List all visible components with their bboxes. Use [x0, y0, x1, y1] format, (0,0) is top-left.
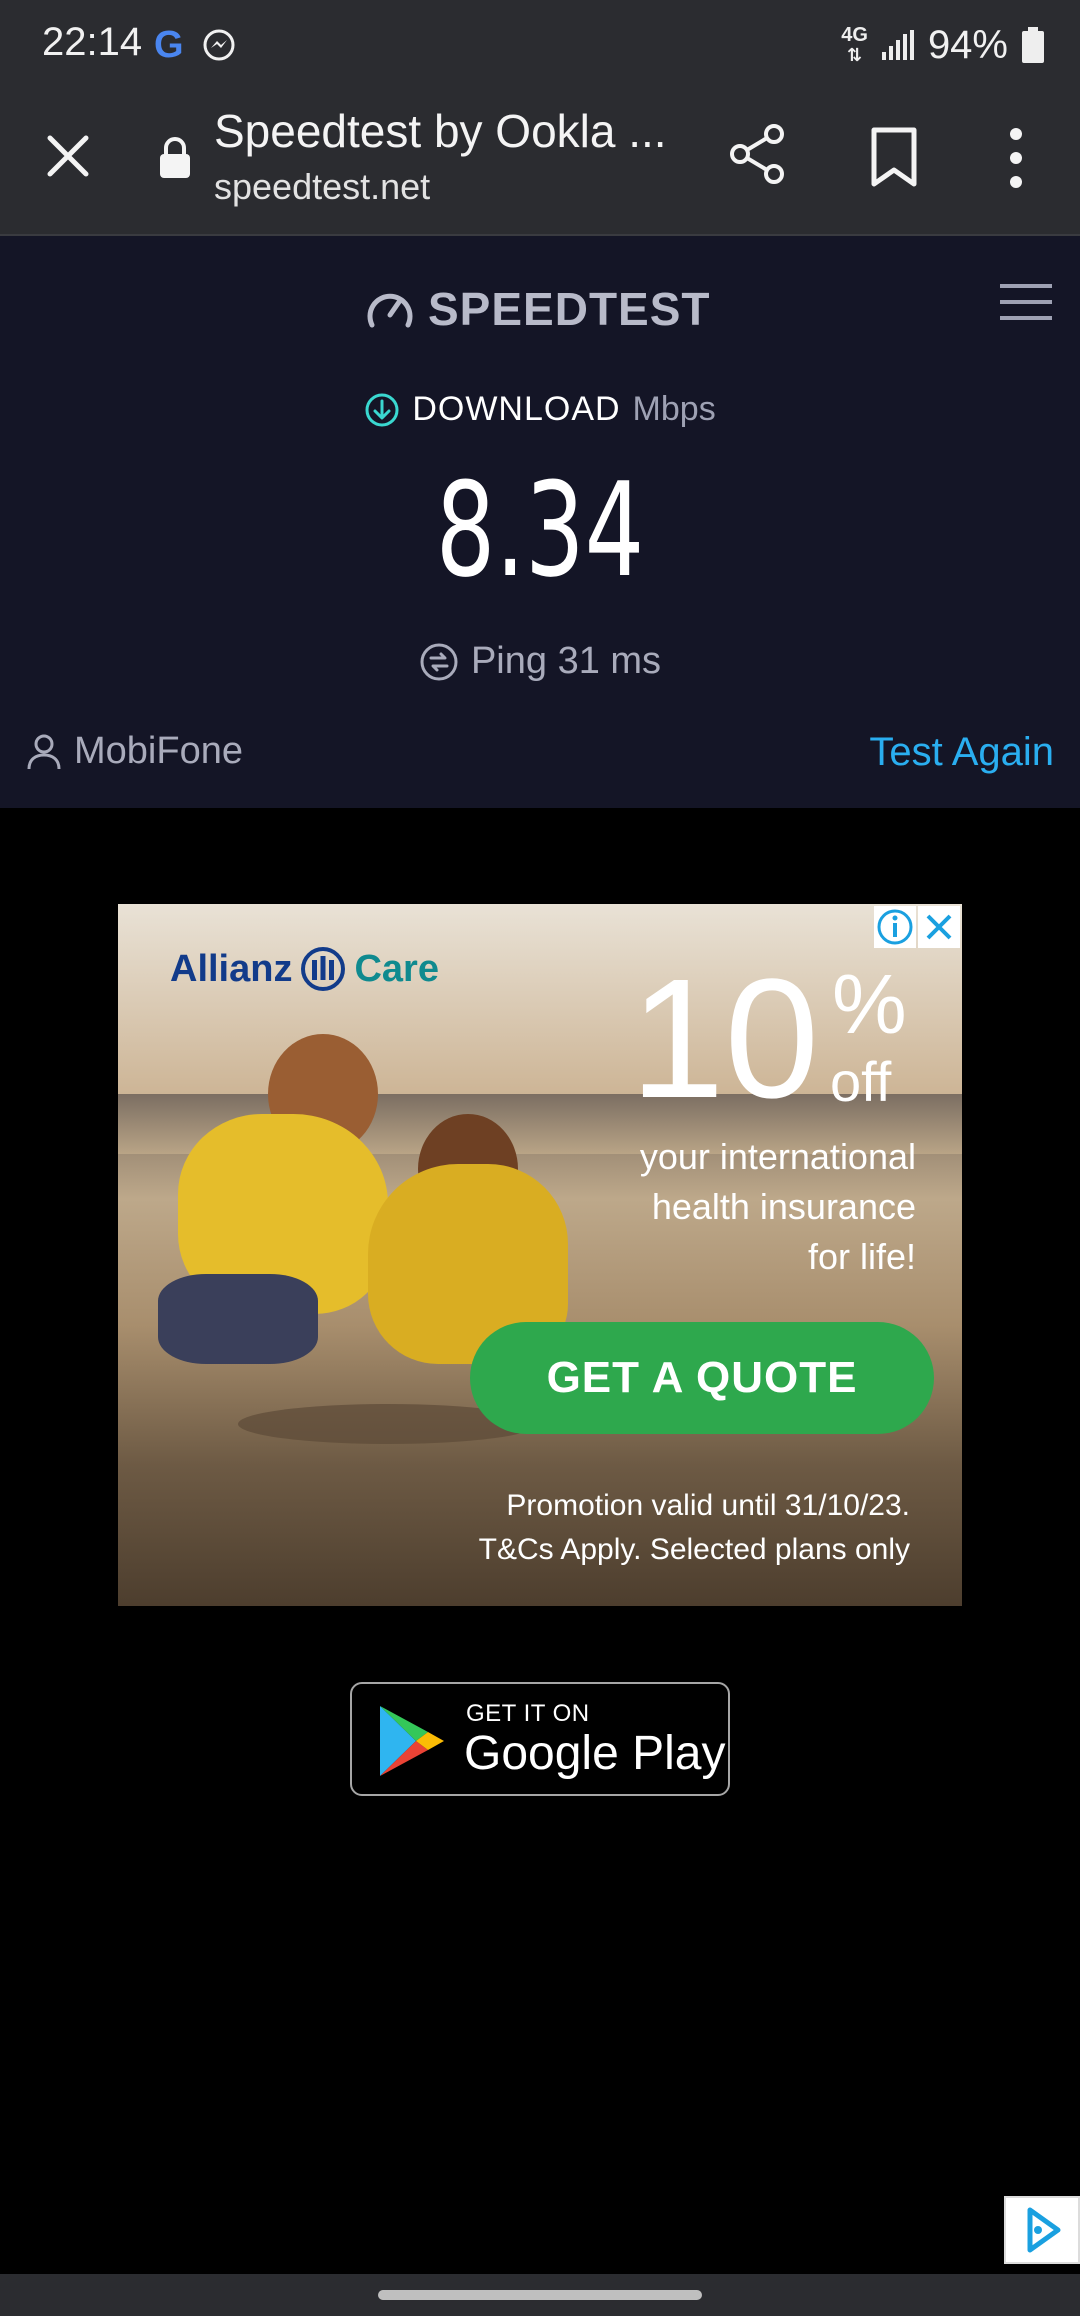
status-time: 22:14 — [42, 20, 143, 64]
google-play-badge[interactable]: GET IT ON Google Play — [350, 1682, 730, 1796]
close-icon[interactable] — [40, 128, 96, 184]
ad-brand-product: Care — [354, 947, 439, 990]
adchoices-icon[interactable] — [1004, 2196, 1080, 2264]
download-arrow-icon — [365, 393, 399, 426]
download-label: DOWNLOAD — [412, 390, 621, 428]
share-icon[interactable] — [728, 122, 788, 186]
ad-brand: Allianz Care — [170, 946, 439, 992]
provider-name: MobiFone — [74, 730, 243, 772]
google-icon: G — [154, 24, 184, 64]
get-a-quote-button[interactable]: GET A QUOTE — [470, 1322, 934, 1434]
google-play-small-text: GET IT ON — [466, 1700, 590, 1727]
download-speed-value: 8.34 — [435, 454, 645, 606]
svg-text:G: G — [154, 24, 184, 64]
messenger-icon — [203, 29, 235, 61]
more-options-icon[interactable] — [1000, 126, 1032, 190]
ping-row: Ping 31 ms — [0, 640, 1080, 683]
provider: MobiFone — [26, 730, 243, 773]
ad-discount-sign: % — [832, 957, 907, 1051]
home-gesture-handle[interactable] — [378, 2290, 702, 2300]
page-title[interactable]: Speedtest by Ookla ... — [214, 104, 667, 158]
ad-info-icon[interactable] — [874, 906, 916, 948]
lock-icon[interactable] — [158, 136, 192, 180]
ad-brand-name: Allianz — [170, 947, 293, 990]
download-header: DOWNLOAD Mbps — [0, 390, 1080, 429]
user-icon — [27, 734, 61, 769]
status-right: 4G ⇅ 94% — [841, 20, 1044, 70]
ping-icon — [420, 643, 458, 680]
speedometer-icon — [367, 293, 413, 328]
speedtest-logo-text: SPEEDTEST — [428, 283, 711, 335]
ad-copy: your international health insurance for … — [639, 1136, 916, 1277]
ad-discount-number: 10 — [630, 944, 820, 1134]
download-unit: Mbps — [632, 390, 716, 428]
speedtest-result-panel: SPEEDTEST DOWNLOAD Mbps 8.34 Ping 31 ms … — [0, 236, 1080, 808]
hamburger-menu-icon[interactable] — [1000, 282, 1052, 322]
advertisement-banner[interactable]: Allianz Care 10 % off your international… — [118, 904, 962, 1606]
bookmark-icon[interactable] — [868, 126, 920, 188]
battery-percent: 94% — [927, 22, 1008, 67]
test-again-link[interactable]: Test Again — [869, 730, 1054, 775]
browser-toolbar: Speedtest by Ookla ... speedtest.net — [0, 90, 1080, 236]
signal-icon — [881, 30, 914, 60]
page-url[interactable]: speedtest.net — [214, 166, 430, 208]
allianz-logo-icon — [301, 947, 346, 991]
ad-fine-print: Promotion valid until 31/10/23. T&Cs App… — [478, 1489, 910, 1566]
network-type: 4G ⇅ — [841, 24, 868, 65]
speedtest-logo[interactable]: SPEEDTEST — [366, 282, 711, 336]
ad-close-icon[interactable] — [918, 906, 960, 948]
ad-discount-off: off — [830, 1050, 892, 1113]
battery-icon — [1022, 27, 1044, 63]
status-bar: 22:14 G 4G ⇅ 94% — [0, 0, 1080, 90]
google-play-big-text: Google Play — [464, 1727, 726, 1780]
google-play-icon — [380, 1706, 444, 1776]
navigation-bar — [0, 2274, 1080, 2316]
ping-text: Ping 31 ms — [470, 640, 662, 682]
